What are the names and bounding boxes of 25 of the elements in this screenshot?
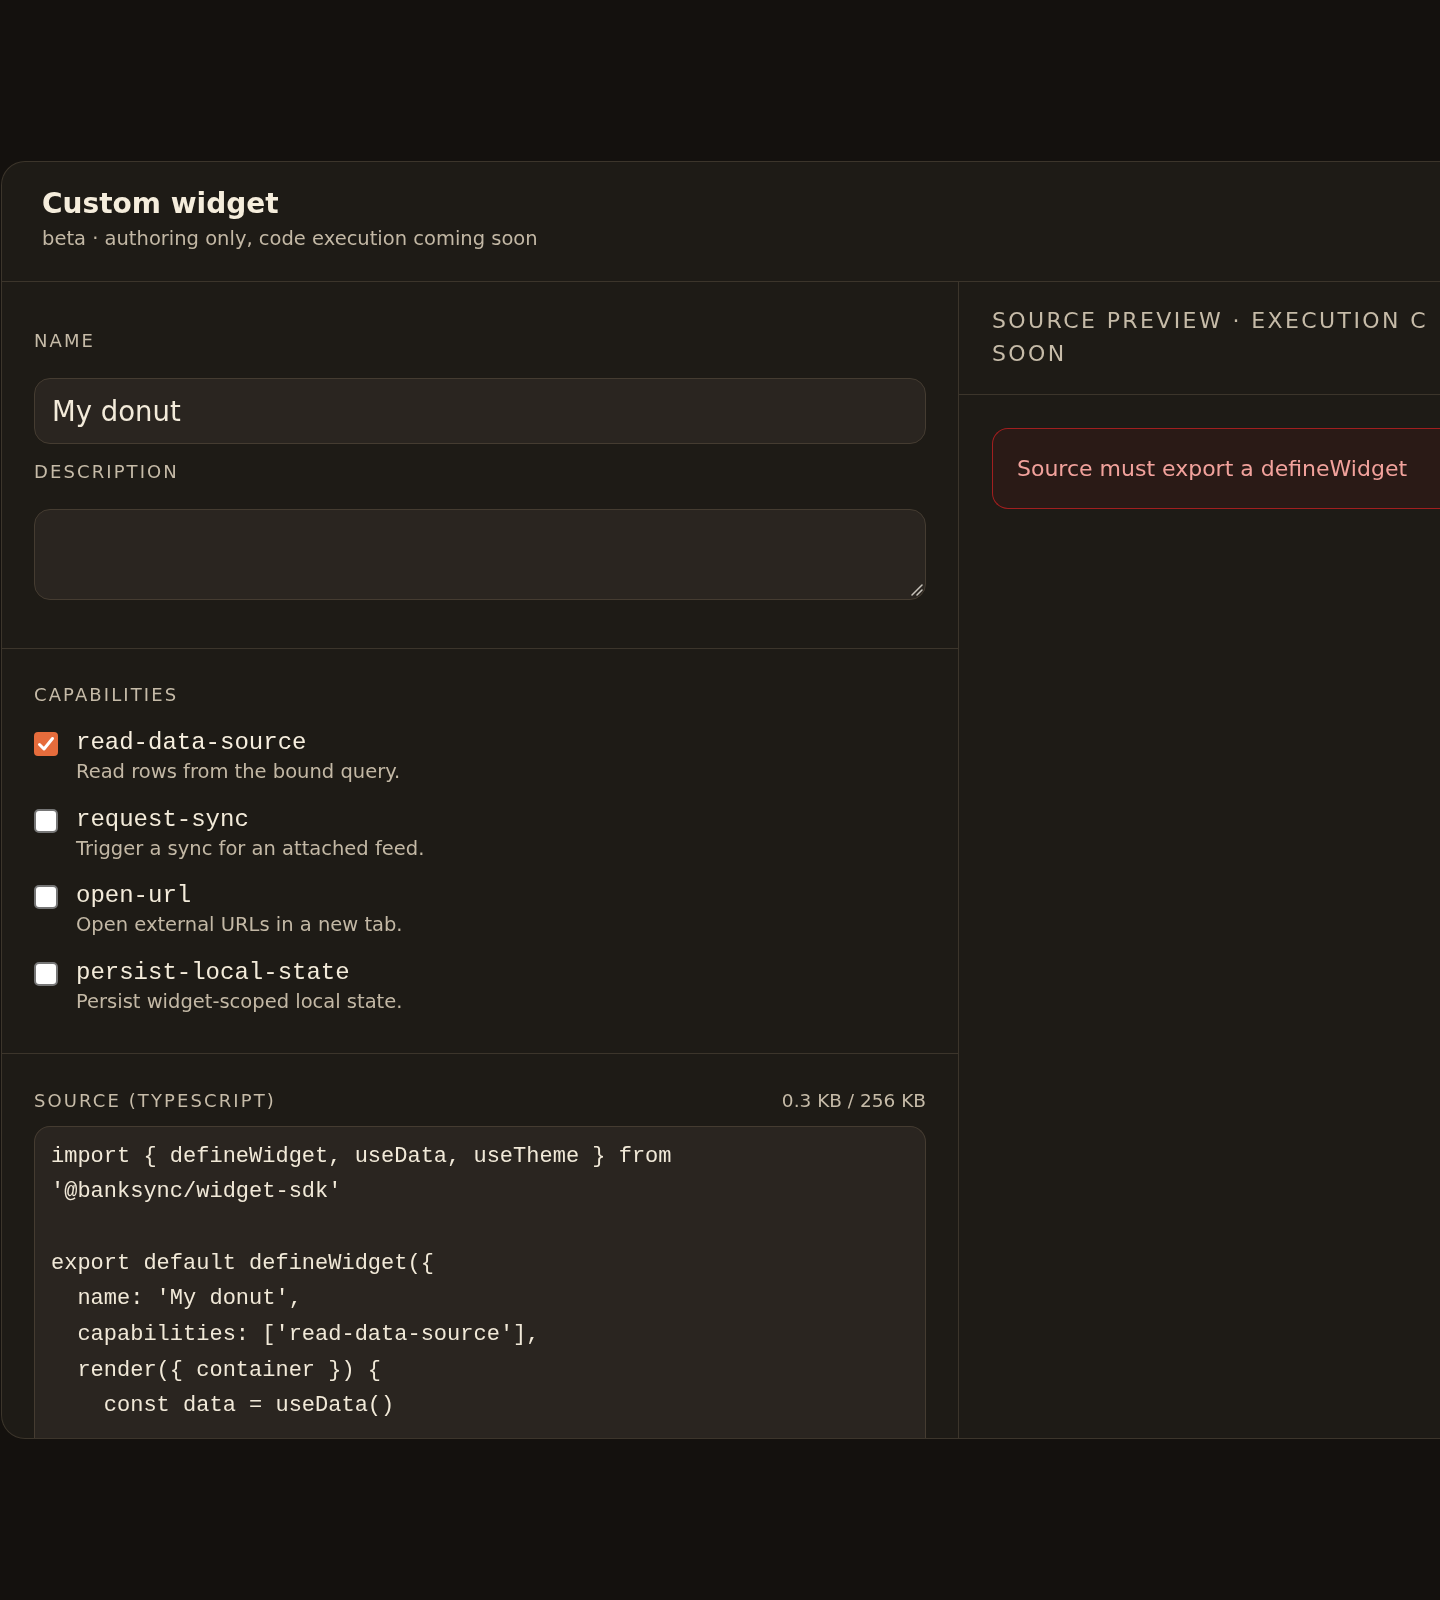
checkbox[interactable] (34, 732, 58, 756)
section-label: CAPABILITIES (34, 683, 179, 706)
capability-name: read-data-source (76, 728, 307, 758)
code-editor[interactable]: import { defineWidget, useData, useTheme } from '@banksync/widget-sdk' export default defineWidget({ name: 'My donut', capabilities: ['read-data-source'], render({ container }) { const data = useData() (34, 1125, 926, 1438)
capability-name: persist-local-state (76, 957, 350, 988)
checkbox[interactable] (34, 961, 58, 986)
description-field[interactable] (34, 509, 926, 600)
capability-description: Trigger a sync for an attached feed. (76, 835, 425, 862)
section-label: SOURCE (TYPESCRIPT) (34, 1088, 276, 1112)
capability-description: Persist widget-scoped local state. (76, 988, 403, 1015)
card-subtitle: beta · authoring only, code execution coming soon (42, 226, 538, 252)
field-label: DESCRIPTION (34, 460, 179, 483)
size-counter: 0.3 KB / 256 KB (781, 1088, 926, 1112)
capability-name: open-url (76, 881, 192, 911)
preview-title: SOURCE PREVIEW · EXECUTION C SOON (992, 307, 1430, 368)
capability-name: request-sync (76, 804, 249, 835)
checkbox[interactable] (34, 885, 58, 909)
capability-description: Read rows from the bound query. (76, 759, 401, 785)
capability-description: Open external URLs in a new tab. (76, 912, 403, 938)
name-field[interactable]: My donut (34, 378, 926, 444)
field-label: NAME (34, 329, 96, 352)
resize-handle-icon[interactable] (911, 584, 923, 596)
checkbox[interactable] (34, 808, 58, 833)
error-message: Source must export a defineWidget (992, 428, 1440, 509)
card-title: Custom widget (42, 187, 279, 221)
